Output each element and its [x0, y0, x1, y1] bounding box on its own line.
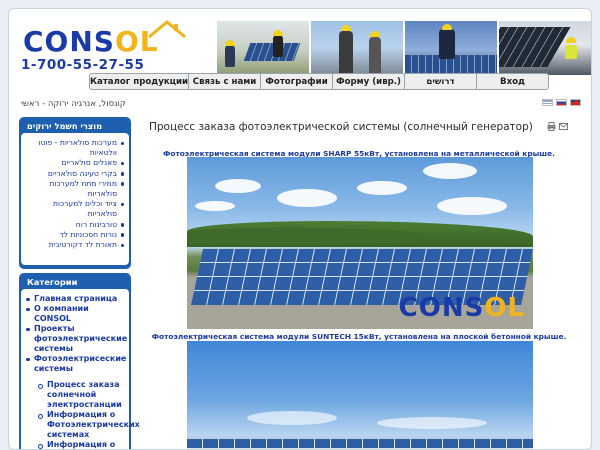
nav-item-login[interactable]: Вход — [477, 74, 548, 89]
header-photo-strip — [217, 21, 591, 75]
sidebar-product-item[interactable]: בקרי טעינה סולאריים — [25, 169, 125, 179]
sidebar-product-item[interactable]: טורבינות רוח — [25, 220, 125, 230]
sidebar-category-item[interactable]: О компании CONSOL — [25, 304, 125, 324]
photo-watermark-logo: CONSOL — [398, 293, 525, 323]
sidebar-products-box: מוצרי חשמל ירוקים מערכות סולאריות - פוטו… — [19, 117, 131, 269]
logo-wordmark: CONSOL — [23, 25, 159, 58]
sidebar-categories-list: Главная страница О компании CONSOL Проек… — [25, 294, 140, 449]
nav-item-jobs[interactable]: דרושים — [405, 74, 478, 89]
sidebar-categories-body: Главная страница О компании CONSOL Проек… — [21, 289, 140, 449]
email-icon[interactable] — [559, 122, 568, 131]
page: CONSOL 1-700-55-27-55 Каталог продукции … — [8, 8, 592, 450]
header-photo — [499, 21, 591, 75]
nav-item-photos[interactable]: Фотографии — [261, 74, 334, 89]
page-title: Процесс заказа фотоэлектрической системы… — [149, 121, 533, 133]
sidebar-products-list: מערכות סולאריות - פוטו וולטאיות פאנלים ס… — [25, 138, 125, 250]
consol-logo[interactable]: CONSOL 1-700-55-27-55 — [21, 19, 211, 75]
solar-installation-photo[interactable] — [187, 341, 533, 449]
nav-item-contact[interactable]: Связь с нами — [189, 74, 262, 89]
sidebar-subcategory-item[interactable]: Информация о Фотоэлектрических системах — [25, 410, 140, 440]
israel-flag-icon[interactable] — [542, 99, 553, 106]
header: CONSOL 1-700-55-27-55 — [9, 9, 591, 77]
header-photo — [217, 21, 309, 75]
language-switcher — [542, 99, 581, 106]
nav-item-products[interactable]: Каталог продукции — [90, 74, 190, 89]
nav-item-form[interactable]: Форму (ивр.) — [333, 74, 406, 89]
sidebar-category-item[interactable]: Главная страница — [25, 294, 125, 304]
sidebar-product-item[interactable]: ממירי מתח למערכות סולאריות — [25, 179, 125, 199]
solar-installation-photo[interactable]: CONSOL — [187, 157, 533, 329]
sidebar-product-item[interactable]: פאנלים סולאריים — [25, 158, 125, 168]
sidebar-products-title: מוצרי חשמל ירוקים — [27, 121, 103, 131]
sidebar-product-item[interactable]: ציוד וכלים למערכות סולאריות — [25, 199, 125, 219]
sidebar-products-body: מערכות סולאריות - פוטו וולטאיות פאנלים ס… — [21, 133, 129, 265]
sidebar-product-item[interactable]: תאורת לד דקורטיבית — [25, 240, 125, 250]
sidebar-category-item[interactable]: Фотоэлектрисеские системы — [25, 354, 126, 374]
sidebar-subcategory-item[interactable]: Информация о Фотоэлектрических — [25, 440, 125, 449]
figure-caption: Фотоэлектрическая система модули SUNTECH… — [151, 332, 567, 341]
article-tools — [547, 122, 568, 131]
sidebar-category-item[interactable]: Проекты фотоэлектрические системы — [25, 324, 127, 354]
sidebar-categories-box: Категории Главная страница О компании CO… — [19, 273, 140, 449]
sidebar-product-item[interactable]: נורות חסכוניות לד — [25, 230, 125, 240]
uk-flag-icon[interactable] — [570, 99, 581, 106]
sidebar-subcategory-item[interactable]: Процесс заказа солнечной электростанции — [25, 380, 125, 410]
sidebar-categories-title: Категории — [27, 277, 78, 287]
phone-number: 1-700-55-27-55 — [21, 57, 145, 73]
header-photo — [405, 21, 497, 75]
breadcrumb[interactable]: קונסול, אנרגיה ירוקה - ראשי — [21, 99, 126, 109]
main-nav: Каталог продукции Связь с нами Фотографи… — [89, 73, 549, 90]
header-photo — [311, 21, 403, 75]
sidebar-product-item[interactable]: מערכות סולאריות - פוטו וולטאיות — [25, 138, 125, 158]
print-icon[interactable] — [547, 122, 556, 131]
russia-flag-icon[interactable] — [556, 99, 567, 106]
